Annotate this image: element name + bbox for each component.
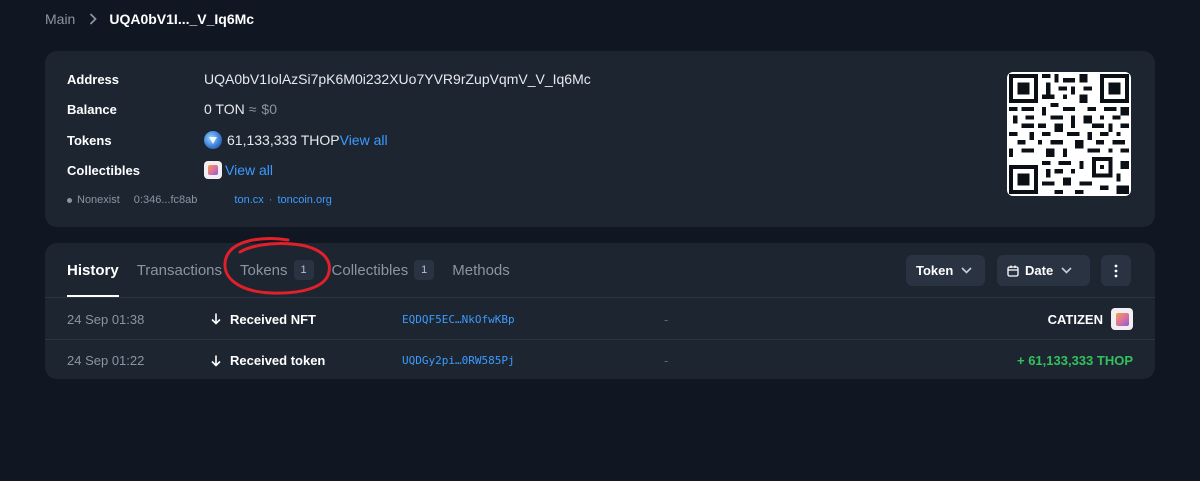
tab-collectibles[interactable]: Collectibles 1 <box>332 243 435 297</box>
meta-row: Nonexist 0:346...fc8ab ton.cx · toncoin.… <box>67 193 332 207</box>
tx-action-label: Received NFT <box>230 311 316 327</box>
link-separator: · <box>268 194 273 206</box>
catizen-nft-icon <box>1111 308 1133 330</box>
tab-label: Methods <box>452 261 510 279</box>
calendar-icon <box>1007 265 1019 277</box>
table-row[interactable]: 24 Sep 01:22 Received token UQDGy2pi…0RW… <box>45 340 1155 381</box>
tx-amount-label: CATIZEN <box>1047 311 1103 327</box>
breadcrumb: Main UQA0bV1I..._V_Iq6Mc <box>45 10 254 28</box>
balance-fiat: $0 <box>261 101 277 117</box>
balance-row: Balance 0 TON ≈ $0 <box>67 99 277 119</box>
chevron-down-icon <box>961 267 972 274</box>
toncoin-link[interactable]: toncoin.org <box>277 194 331 206</box>
tab-bar: History Transactions Tokens 1 Collectibl… <box>67 243 528 297</box>
history-card: History Transactions Tokens 1 Collectibl… <box>45 243 1155 379</box>
tx-action-label: Received token <box>230 353 326 368</box>
tx-action: Received token <box>211 353 325 368</box>
breadcrumb-main-link[interactable]: Main <box>45 11 75 27</box>
qr-code[interactable] <box>1007 72 1131 196</box>
tx-amount-label: + 61,133,333 THOP <box>1017 353 1133 368</box>
tab-label: Tokens <box>240 261 288 279</box>
collectibles-row: Collectibles View all <box>67 160 273 180</box>
more-options-button[interactable] <box>1101 255 1131 286</box>
tokens-row: Tokens 61,133,333 THOP View all <box>67 130 388 150</box>
tokens-value: 61,133,333 THOP <box>227 132 340 148</box>
arrow-down-icon <box>211 355 221 367</box>
collectibles-view-all-link[interactable]: View all <box>225 162 273 178</box>
balance-approx-symbol: ≈ <box>248 101 257 117</box>
table-row[interactable]: 24 Sep 01:38 Received NFT EQDQF5EC…NkOfw… <box>45 299 1155 340</box>
tx-action: Received NFT <box>211 312 316 327</box>
tx-address-link[interactable]: EQDQF5EC…NkOfwKBp <box>402 313 515 326</box>
breadcrumb-current: UQA0bV1I..._V_Iq6Mc <box>109 11 255 27</box>
address-info-card: Address UQA0bV1IolAzSi7pK6M0i232XUo7YVR9… <box>45 51 1155 227</box>
tab-history[interactable]: History <box>67 243 119 297</box>
catizen-nft-icon <box>204 161 222 179</box>
tx-comment: - <box>664 353 669 368</box>
tokens-label: Tokens <box>67 132 112 148</box>
more-vertical-icon <box>1114 264 1118 278</box>
date-filter-label: Date <box>1025 263 1054 278</box>
tx-time: 24 Sep 01:38 <box>67 311 145 327</box>
tonx-link[interactable]: ton.cx <box>234 194 263 206</box>
qr-code-icon <box>1009 74 1129 194</box>
tx-amount: CATIZEN <box>1048 308 1133 330</box>
tab-methods[interactable]: Methods <box>452 243 510 297</box>
chevron-down-icon <box>1061 267 1072 274</box>
raw-address-hash[interactable]: 0:346...fc8ab <box>134 194 198 206</box>
date-filter-dropdown[interactable]: Date <box>997 255 1090 286</box>
address-row: Address UQA0bV1IolAzSi7pK6M0i232XUo7YVR9… <box>67 69 591 89</box>
balance-value: 0 TON <box>204 101 245 117</box>
tab-count-badge: 1 <box>414 260 435 280</box>
thop-token-icon <box>204 131 222 149</box>
chevron-right-icon <box>89 13 98 25</box>
tab-label: Transactions <box>136 261 222 279</box>
token-filter-dropdown[interactable]: Token <box>906 255 985 286</box>
tx-amount: + 61,133,333 THOP <box>1017 353 1133 368</box>
tab-count-badge: 1 <box>293 260 314 280</box>
address-value[interactable]: UQA0bV1IolAzSi7pK6M0i232XUo7YVR9rZupVqmV… <box>204 71 591 87</box>
tab-tokens[interactable]: Tokens 1 <box>240 243 314 297</box>
tx-comment: - <box>664 311 669 327</box>
collectibles-label: Collectibles <box>67 162 140 178</box>
tab-label: Collectibles <box>331 261 409 279</box>
address-label: Address <box>67 71 120 87</box>
tx-address-link[interactable]: UQDGy2pi…0RW585Pj <box>402 354 515 367</box>
status-dot-icon <box>67 197 72 203</box>
tx-time: 24 Sep 01:22 <box>67 353 145 368</box>
token-filter-label: Token <box>916 263 954 278</box>
balance-label: Balance <box>67 101 117 117</box>
status-text: Nonexist <box>77 194 120 206</box>
tab-label: History <box>67 261 119 279</box>
tabs-divider <box>45 297 1155 298</box>
tab-transactions[interactable]: Transactions <box>137 243 222 297</box>
tokens-view-all-link[interactable]: View all <box>340 132 388 148</box>
arrow-down-icon <box>211 313 221 325</box>
